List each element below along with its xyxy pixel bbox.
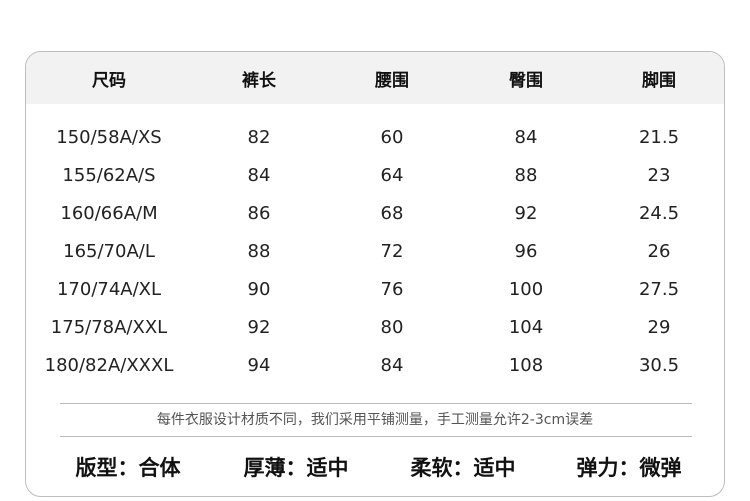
hem-cell: 29 — [647, 317, 671, 338]
hem-cell: 23 — [647, 165, 671, 186]
pant-length-cell: 94 — [247, 355, 271, 376]
size-cell: 165/70A/L — [63, 241, 155, 262]
attribute-label: 版型： — [75, 456, 139, 480]
attribute-fit: 版型：合体 — [76, 452, 181, 482]
divider-bottom — [60, 436, 692, 437]
attribute-label: 厚薄： — [243, 456, 307, 480]
hip-cell: 108 — [508, 355, 544, 376]
pant-length-cell: 92 — [247, 317, 271, 338]
waist-cell: 68 — [380, 203, 404, 224]
size-cell: 175/78A/XXL — [50, 317, 168, 338]
hip-cell: 84 — [514, 127, 538, 148]
header-pant-length: 裤长 — [242, 71, 276, 91]
hem-cell: 26 — [647, 241, 671, 262]
hip-cell: 88 — [514, 165, 538, 186]
attribute-softness: 柔软：适中 — [411, 452, 516, 482]
pant-length-cell: 84 — [247, 165, 271, 186]
size-cell: 160/66A/M — [60, 203, 158, 224]
size-cell: 170/74A/XL — [56, 279, 162, 300]
header-hip: 臀围 — [509, 71, 543, 91]
table-header: 尺码 裤长 腰围 臀围 脚围 — [26, 52, 724, 104]
divider-top — [60, 403, 692, 404]
header-hem: 脚围 — [642, 71, 676, 91]
hip-cell: 92 — [514, 203, 538, 224]
pant-length-cell: 88 — [247, 241, 271, 262]
attribute-label: 柔软： — [410, 456, 474, 480]
attribute-label: 弹力： — [576, 456, 640, 480]
hip-cell: 96 — [514, 241, 538, 262]
measurement-note: 每件衣服设计材质不同，我们采用平铺测量，手工测量允许2-3cm误差 — [156, 412, 594, 428]
hem-cell: 30.5 — [638, 355, 680, 376]
pant-length-cell: 86 — [247, 203, 271, 224]
attribute-value: 微弹 — [639, 456, 682, 480]
pant-length-cell: 90 — [247, 279, 271, 300]
waist-cell: 84 — [380, 355, 404, 376]
waist-cell: 60 — [380, 127, 404, 148]
hem-cell: 21.5 — [638, 127, 680, 148]
hem-cell: 27.5 — [638, 279, 680, 300]
waist-cell: 72 — [380, 241, 404, 262]
attribute-value: 适中 — [306, 456, 349, 480]
size-cell: 180/82A/XXXL — [44, 355, 174, 376]
attribute-value: 适中 — [473, 456, 516, 480]
attribute-value: 合体 — [138, 456, 181, 480]
header-waist: 腰围 — [375, 71, 409, 91]
hip-cell: 104 — [508, 317, 544, 338]
header-size: 尺码 — [92, 71, 126, 91]
size-cell: 155/62A/S — [62, 165, 156, 186]
waist-cell: 76 — [380, 279, 404, 300]
size-chart-card: 尺码 裤长 腰围 臀围 脚围 150/58A/XS 82 60 84 21.5 … — [25, 51, 725, 497]
waist-cell: 80 — [380, 317, 404, 338]
waist-cell: 64 — [380, 165, 404, 186]
attribute-elasticity: 弹力：微弹 — [577, 452, 682, 482]
attribute-thickness: 厚薄：适中 — [244, 452, 349, 482]
pant-length-cell: 82 — [247, 127, 271, 148]
hip-cell: 100 — [508, 279, 544, 300]
size-cell: 150/58A/XS — [56, 127, 162, 148]
hem-cell: 24.5 — [638, 203, 680, 224]
